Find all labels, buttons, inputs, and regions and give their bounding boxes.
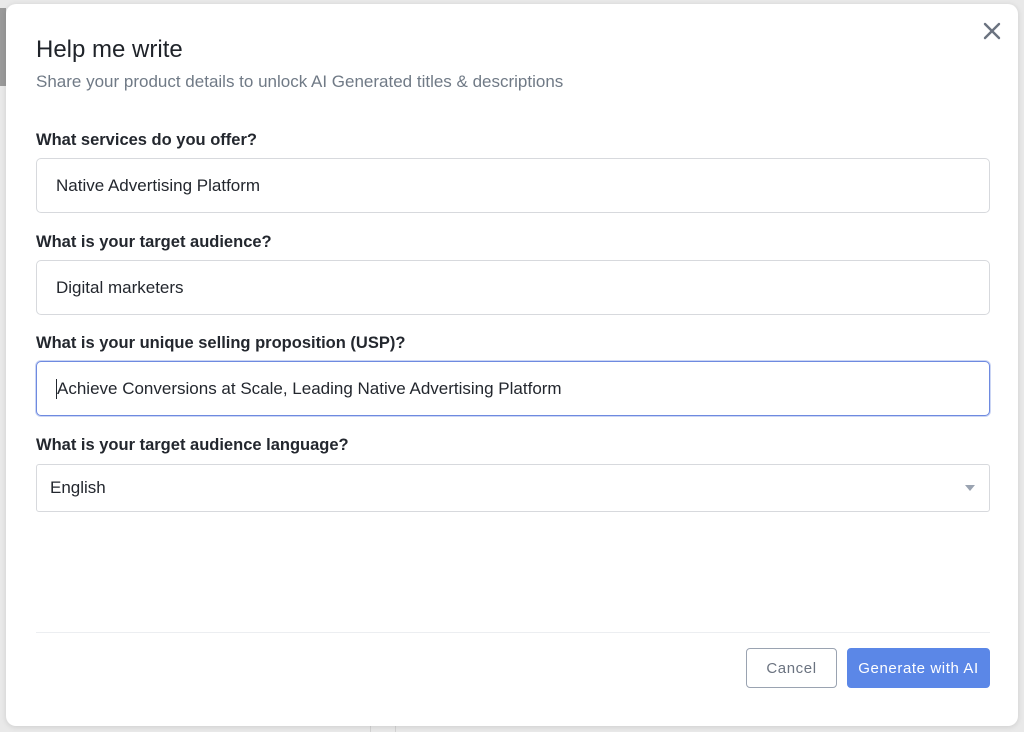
modal-subtitle: Share your product details to unlock AI … — [36, 72, 564, 91]
chevron-down-icon — [965, 485, 975, 491]
audience-input[interactable]: Digital marketers — [36, 260, 990, 315]
language-label: What is your target audience language? — [36, 436, 349, 454]
usp-input-value: Achieve Conversions at Scale, Leading Na… — [57, 378, 562, 398]
modal-title: Help me write — [36, 36, 183, 63]
generate-with-ai-button[interactable]: Generate with AI — [847, 648, 990, 688]
language-select[interactable]: English — [36, 464, 990, 512]
usp-label: What is your unique selling proposition … — [36, 334, 406, 352]
language-select-value: English — [50, 478, 106, 497]
background-divider — [395, 726, 396, 732]
cancel-button[interactable]: Cancel — [746, 648, 837, 688]
background-divider — [370, 726, 371, 732]
close-button[interactable] — [980, 19, 1004, 43]
audience-label: What is your target audience? — [36, 233, 272, 251]
footer-divider — [36, 632, 990, 633]
services-label: What services do you offer? — [36, 131, 257, 149]
help-me-write-modal: Help me write Share your product details… — [6, 4, 1018, 726]
audience-input-value: Digital marketers — [56, 277, 184, 297]
close-icon — [983, 22, 1001, 40]
services-input-value: Native Advertising Platform — [56, 175, 261, 195]
services-input[interactable]: Native Advertising Platform — [36, 158, 990, 213]
usp-input[interactable]: Achieve Conversions at Scale, Leading Na… — [36, 361, 990, 416]
